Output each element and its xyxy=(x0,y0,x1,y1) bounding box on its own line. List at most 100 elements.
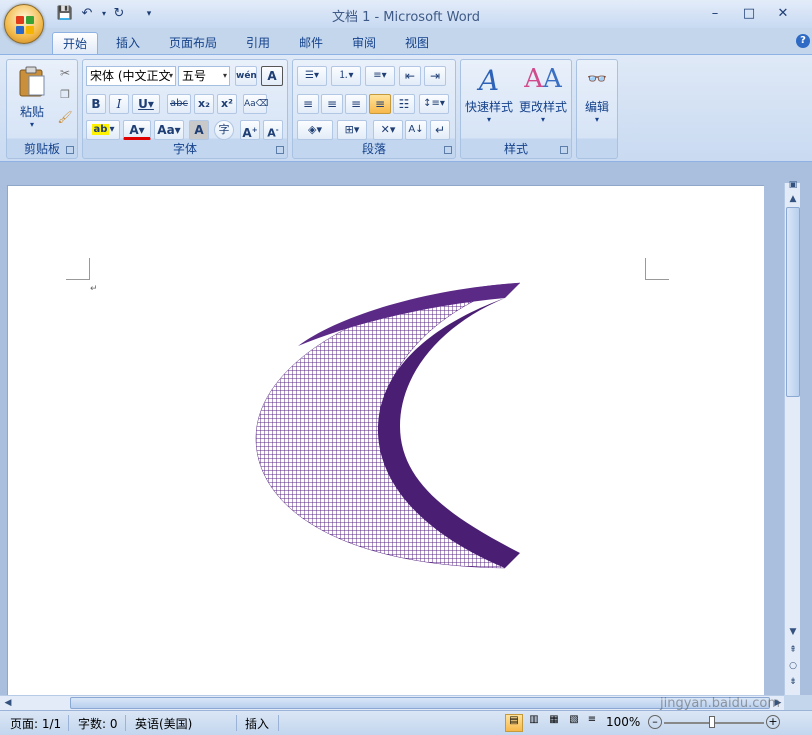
distributed-icon[interactable]: ☷ xyxy=(393,94,415,114)
align-right-icon[interactable]: ≡ xyxy=(345,94,367,114)
paste-button[interactable]: 粘贴 ▾ xyxy=(11,64,53,136)
align-left-icon[interactable]: ≡ xyxy=(297,94,319,114)
editing-button[interactable]: 👓 编辑 ▾ xyxy=(579,64,615,136)
font-size-combo[interactable]: 五号 ▾ xyxy=(178,66,230,86)
justify-icon[interactable]: ≡ xyxy=(369,94,391,114)
tab-home[interactable]: 开始 xyxy=(52,32,98,55)
shading-icon[interactable]: ◈▾ xyxy=(297,120,333,140)
line-spacing-icon[interactable]: ↕≡▾ xyxy=(419,94,449,114)
office-button[interactable] xyxy=(4,4,44,44)
watermark: jingyan.baidu.com xyxy=(660,696,780,711)
multilevel-list-icon[interactable]: ≡▾ xyxy=(365,66,395,86)
draft-view-icon[interactable]: ≡ xyxy=(583,714,601,732)
zoom-slider-thumb[interactable] xyxy=(709,716,715,728)
clipboard-launcher-icon[interactable] xyxy=(66,146,74,154)
sort-icon[interactable]: A↓ xyxy=(405,120,427,140)
tab-mailings[interactable]: 邮件 xyxy=(289,32,333,55)
select-browse-object-icon[interactable]: ○ xyxy=(785,659,801,673)
borders-icon[interactable]: ⊞▾ xyxy=(337,120,367,140)
font-launcher-icon[interactable] xyxy=(276,146,284,154)
font-group: 宋体 (中文正文 ▾ 五号 ▾ wén A B I U▾ abc x₂ x² Aa⌫… xyxy=(82,59,288,159)
tab-references[interactable]: 引用 xyxy=(236,32,280,55)
minimize-icon[interactable]: – xyxy=(704,6,726,22)
shrink-font-icon[interactable]: A- xyxy=(263,120,283,140)
bullets-icon[interactable]: ☰▾ xyxy=(297,66,327,86)
document-page[interactable]: ↵ xyxy=(7,185,764,695)
subscript-icon[interactable]: x₂ xyxy=(194,94,214,114)
tab-insert[interactable]: 插入 xyxy=(106,32,150,55)
font-name-value: 宋体 (中文正文 xyxy=(90,69,171,83)
font-color-icon[interactable]: A▾ xyxy=(123,120,151,140)
page-count[interactable]: 页面: 1/1 xyxy=(10,715,61,732)
change-case-icon[interactable]: Aa▾ xyxy=(154,120,184,140)
ribbon-tabs: 开始 插入 页面布局 引用 邮件 审阅 视图 xyxy=(0,28,812,55)
tab-view[interactable]: 视图 xyxy=(395,32,439,55)
character-shading-icon[interactable]: A xyxy=(189,120,209,140)
outline-view-icon[interactable]: ▧ xyxy=(565,714,583,732)
zoom-in-icon[interactable]: + xyxy=(766,715,780,729)
scroll-left-icon[interactable]: ◀ xyxy=(0,696,16,710)
change-styles-button[interactable]: AA 更改样式 ▾ xyxy=(517,64,569,136)
next-page-icon[interactable]: ⇟ xyxy=(785,675,801,689)
change-styles-label: 更改样式 xyxy=(518,100,567,114)
clear-formatting-icon[interactable]: Aa⌫ xyxy=(243,94,268,114)
print-layout-view-icon[interactable]: ▤ xyxy=(505,714,523,732)
paste-label: 粘贴 xyxy=(19,105,44,119)
superscript-icon[interactable]: x² xyxy=(217,94,237,114)
grow-font-icon[interactable]: A+ xyxy=(240,120,260,140)
italic-icon[interactable]: I xyxy=(109,94,129,114)
editing-label: 编辑 xyxy=(584,100,609,114)
insert-mode-indicator[interactable]: 插入 xyxy=(245,715,269,732)
quick-styles-label: 快速样式 xyxy=(464,100,513,114)
full-screen-reading-view-icon[interactable]: ▥ xyxy=(525,714,543,732)
title-bar: 💾 ↶ ▾ ↻ ▾ 文档 1 - Microsoft Word – □ ✕ xyxy=(0,0,812,28)
tab-review[interactable]: 审阅 xyxy=(342,32,386,55)
help-icon[interactable]: ? xyxy=(796,34,810,48)
align-center-icon[interactable]: ≡ xyxy=(321,94,343,114)
cut-icon[interactable]: ✂ xyxy=(57,66,73,82)
styles-launcher-icon[interactable] xyxy=(560,146,568,154)
enclose-characters-icon[interactable]: 字 xyxy=(214,120,234,140)
tab-page-layout[interactable]: 页面布局 xyxy=(160,32,226,55)
change-styles-icon: AA xyxy=(524,64,562,94)
increase-indent-icon[interactable]: ⇥ xyxy=(424,66,446,86)
character-border-icon[interactable]: A xyxy=(261,66,283,86)
language-indicator[interactable]: 英语(美国) xyxy=(135,715,192,732)
show-marks-icon[interactable]: ↵ xyxy=(430,120,450,140)
paragraph-group: ☰▾ ⒈▾ ≡▾ ⇤ ⇥ ≡ ≡ ≡ ≡ ☷ ↕≡▾ ◈▾ ⊞▾ ✕▾ A↓ ↵… xyxy=(292,59,456,159)
scroll-up-icon[interactable]: ▲ xyxy=(785,192,801,206)
format-painter-icon[interactable]: 🖌 xyxy=(57,110,73,126)
ruler-toggle-icon[interactable]: ▣ xyxy=(785,178,801,192)
binoculars-icon: 👓 xyxy=(587,69,607,88)
copy-icon[interactable]: ❐ xyxy=(57,88,73,104)
numbering-icon[interactable]: ⒈▾ xyxy=(331,66,361,86)
chinese-layout-icon[interactable]: ✕▾ xyxy=(373,120,403,140)
font-name-combo[interactable]: 宋体 (中文正文 ▾ xyxy=(86,66,176,86)
office-logo-icon xyxy=(16,16,34,34)
status-divider xyxy=(125,715,126,731)
web-layout-view-icon[interactable]: ▦ xyxy=(545,714,563,732)
scroll-down-icon[interactable]: ▼ xyxy=(785,625,801,639)
phonetic-guide-icon[interactable]: wén xyxy=(235,66,257,86)
restore-icon[interactable]: □ xyxy=(738,6,760,22)
bold-icon[interactable]: B xyxy=(86,94,106,114)
font-group-label: 字体 xyxy=(172,142,197,156)
decrease-indent-icon[interactable]: ⇤ xyxy=(399,66,421,86)
vertical-scroll-thumb[interactable] xyxy=(786,207,800,397)
quick-styles-icon: A xyxy=(478,64,500,97)
close-icon[interactable]: ✕ xyxy=(772,6,794,22)
crescent-shape[interactable] xyxy=(8,186,765,696)
ribbon: 粘贴 ▾ ✂ ❐ 🖌 剪贴板 宋体 (中文正文 ▾ 五号 ▾ wén A B I U… xyxy=(0,54,812,162)
paragraph-launcher-icon[interactable] xyxy=(444,146,452,154)
strikethrough-icon[interactable]: abc xyxy=(167,94,191,114)
previous-page-icon[interactable]: ⇞ xyxy=(785,643,801,657)
status-divider xyxy=(236,715,237,731)
underline-icon[interactable]: U▾ xyxy=(132,94,160,114)
zoom-level[interactable]: 100% xyxy=(606,715,640,729)
font-size-value: 五号 xyxy=(182,69,207,83)
vertical-scrollbar[interactable]: ▣ ▲ ▼ ⇞ ○ ⇟ xyxy=(784,180,801,695)
word-count[interactable]: 字数: 0 xyxy=(78,715,118,732)
quick-styles-button[interactable]: A 快速样式 ▾ xyxy=(463,64,515,136)
zoom-out-icon[interactable]: – xyxy=(648,715,662,729)
highlight-color-icon[interactable]: ab ▾ xyxy=(86,120,120,140)
